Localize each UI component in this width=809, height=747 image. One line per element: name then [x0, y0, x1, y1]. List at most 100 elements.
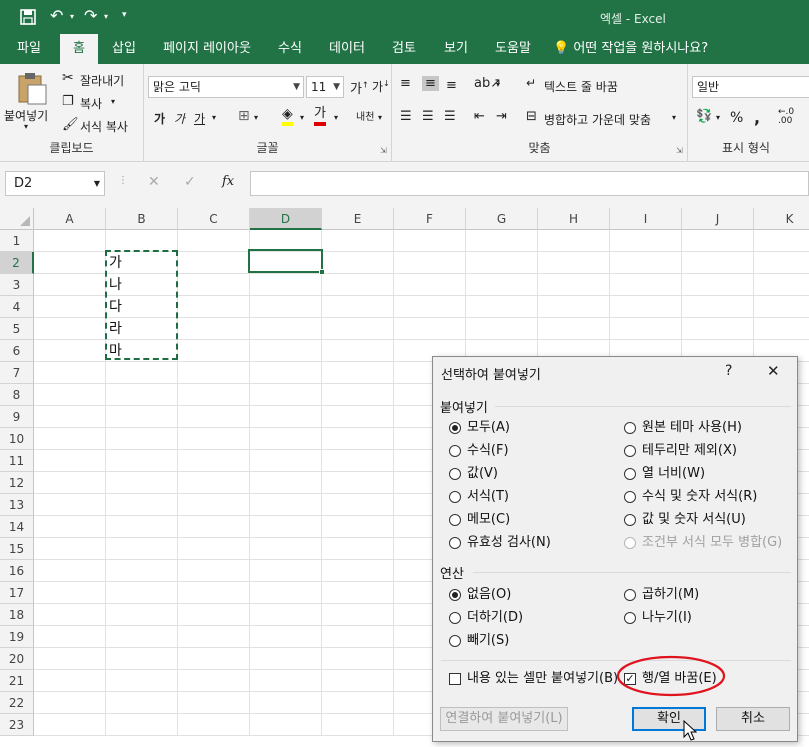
paste-comments-radio[interactable]: 메모(C) [449, 511, 510, 529]
row-header-6[interactable]: 6 [0, 340, 34, 362]
redo-icon[interactable]: ↷ [84, 6, 97, 25]
row-header-17[interactable]: 17 [0, 582, 34, 604]
row-header-11[interactable]: 11 [0, 450, 34, 472]
paste-link-button[interactable]: 연결하여 붙여넣기(L) [440, 707, 568, 731]
align-left-icon[interactable]: ☰ [400, 109, 412, 124]
name-box[interactable]: D2 ▼ [5, 171, 105, 196]
tab-review[interactable]: 검토 [384, 34, 424, 64]
row-header-15[interactable]: 15 [0, 538, 34, 560]
tell-me-search[interactable]: 💡 어떤 작업을 원하시나요? [553, 34, 725, 64]
paste-formulas-number-formats-radio[interactable]: 수식 및 숫자 서식(R) [624, 488, 757, 506]
top-align-icon[interactable]: ≡ [400, 76, 411, 91]
orientation-dropdown-icon[interactable]: ▾ [496, 80, 500, 89]
merge-center-button[interactable]: 병합하고 가운데 맞춤 [544, 111, 651, 128]
paste-values-radio[interactable]: 값(V) [449, 465, 498, 483]
operation-divide-radio[interactable]: 나누기(I) [624, 609, 692, 627]
active-cell-d2[interactable] [248, 249, 323, 273]
row-header-5[interactable]: 5 [0, 318, 34, 340]
column-header-b[interactable]: B [106, 208, 178, 230]
font-name-select[interactable]: 맑은 고딕 ▼ [148, 76, 304, 98]
insert-function-icon[interactable]: fx [222, 174, 234, 189]
decrease-indent-icon[interactable]: ⇤ [474, 109, 485, 124]
wrap-text-button[interactable]: 텍스트 줄 바꿈 [544, 78, 618, 95]
row-header-16[interactable]: 16 [0, 560, 34, 582]
border-icon[interactable]: ⊞ [238, 108, 250, 124]
paste-all-radio[interactable]: 모두(A) [449, 419, 510, 437]
row-header-9[interactable]: 9 [0, 406, 34, 428]
row-header-2[interactable]: 2 [0, 252, 34, 274]
enter-icon[interactable]: ✓ [184, 174, 196, 190]
increase-indent-icon[interactable]: ⇥ [496, 109, 507, 124]
column-header-h[interactable]: H [538, 208, 610, 230]
fill-color-dropdown-icon[interactable]: ▾ [300, 113, 304, 122]
row-header-4[interactable]: 4 [0, 296, 34, 318]
middle-align-icon[interactable]: ≡ [422, 76, 439, 91]
row-header-13[interactable]: 13 [0, 494, 34, 516]
column-header-f[interactable]: F [394, 208, 466, 230]
bottom-align-icon[interactable]: ≡ [446, 78, 457, 93]
customize-qat-icon[interactable]: ▾ [122, 10, 127, 20]
row-header-7[interactable]: 7 [0, 362, 34, 384]
row-header-22[interactable]: 22 [0, 692, 34, 714]
tab-insert[interactable]: 삽입 [104, 34, 144, 64]
row-header-14[interactable]: 14 [0, 516, 34, 538]
comma-button[interactable]: , [754, 108, 760, 127]
fill-handle[interactable] [319, 269, 325, 275]
undo-dropdown-icon[interactable]: ▾ [70, 12, 74, 21]
underline-button[interactable]: 가 [194, 110, 205, 127]
accounting-dropdown-icon[interactable]: ▾ [716, 113, 720, 122]
cancel-button[interactable]: 취소 [716, 707, 790, 731]
tab-page-layout[interactable]: 페이지 레이아웃 [152, 34, 262, 64]
increase-font-icon[interactable]: 가↑ [350, 78, 369, 97]
column-header-k[interactable]: K [754, 208, 809, 230]
underline-dropdown-icon[interactable]: ▾ [212, 113, 216, 122]
paste-formats-radio[interactable]: 서식(T) [449, 488, 509, 506]
row-header-8[interactable]: 8 [0, 384, 34, 406]
tab-data[interactable]: 데이터 [322, 34, 372, 64]
copy-dropdown-icon[interactable]: ▾ [111, 97, 115, 106]
operation-none-radio[interactable]: 없음(O) [449, 586, 511, 604]
operation-add-radio[interactable]: 더하기(D) [449, 609, 523, 627]
column-header-j[interactable]: J [682, 208, 754, 230]
tab-formulas[interactable]: 수식 [270, 34, 310, 64]
column-header-g[interactable]: G [466, 208, 538, 230]
cancel-icon[interactable]: ✕ [148, 174, 160, 190]
row-header-23[interactable]: 23 [0, 714, 34, 736]
undo-icon[interactable]: ↶ [50, 6, 63, 25]
save-icon[interactable] [20, 9, 36, 25]
close-button[interactable]: ✕ [767, 362, 780, 380]
row-header-10[interactable]: 10 [0, 428, 34, 450]
row-header-1[interactable]: 1 [0, 230, 34, 252]
font-size-select[interactable]: 11 ▼ [306, 76, 344, 98]
phonetic-dropdown-icon[interactable]: ▾ [378, 113, 382, 122]
help-button[interactable]: ? [725, 363, 732, 379]
row-header-12[interactable]: 12 [0, 472, 34, 494]
font-dialog-launcher-icon[interactable]: ⇲ [380, 146, 387, 155]
paste-values-number-formats-radio[interactable]: 값 및 숫자 서식(U) [624, 511, 746, 529]
font-color-dropdown-icon[interactable]: ▾ [334, 113, 338, 122]
paste-column-widths-radio[interactable]: 열 너비(W) [624, 465, 705, 483]
merge-dropdown-icon[interactable]: ▾ [672, 113, 676, 122]
number-format-select[interactable]: 일반 [692, 76, 809, 98]
bold-button[interactable]: 가 [154, 110, 165, 127]
operation-multiply-radio[interactable]: 곱하기(M) [624, 586, 699, 604]
cut-button[interactable]: 잘라내기 [80, 72, 124, 89]
align-right-icon[interactable]: ☰ [444, 109, 456, 124]
select-all-corner[interactable] [0, 208, 34, 230]
skip-blanks-checkbox[interactable]: 내용 있는 셀만 붙여넣기(B) [449, 670, 618, 688]
format-painter-button[interactable]: 서식 복사 [80, 118, 128, 135]
accounting-format-icon[interactable]: 💱 [696, 109, 712, 124]
row-header-18[interactable]: 18 [0, 604, 34, 626]
tab-view[interactable]: 보기 [436, 34, 476, 64]
paste-dropdown-icon[interactable]: ▾ [24, 122, 28, 131]
tab-file[interactable]: 파일 [8, 34, 50, 64]
percent-button[interactable]: % [730, 110, 743, 126]
row-header-3[interactable]: 3 [0, 274, 34, 296]
tab-help[interactable]: 도움말 [486, 34, 540, 64]
font-color-button[interactable]: 가 [314, 106, 326, 126]
column-header-a[interactable]: A [34, 208, 106, 230]
paste-icon[interactable] [16, 71, 48, 105]
paste-formulas-radio[interactable]: 수식(F) [449, 442, 509, 460]
redo-dropdown-icon[interactable]: ▾ [104, 12, 108, 21]
operation-subtract-radio[interactable]: 빼기(S) [449, 632, 509, 650]
